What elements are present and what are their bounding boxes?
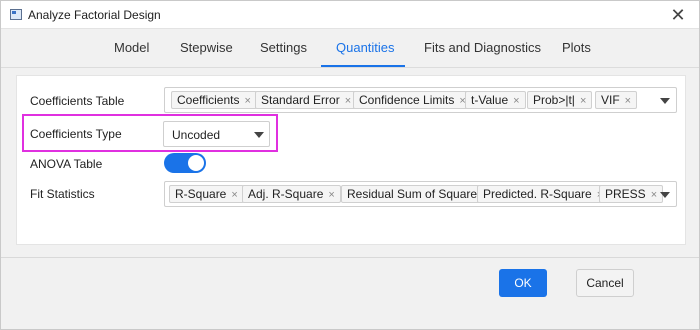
chevron-down-icon[interactable] xyxy=(660,192,670,198)
cancel-button[interactable]: Cancel xyxy=(576,269,634,297)
chip-label: Confidence Limits xyxy=(359,93,455,107)
chip-label: PRESS xyxy=(605,187,646,201)
ok-button[interactable]: OK xyxy=(499,269,547,297)
app-icon xyxy=(10,9,22,20)
chip-residual-sum-of-square[interactable]: Residual Sum of Square× xyxy=(341,185,495,203)
coefficients-type-value: Uncoded xyxy=(172,128,221,142)
fit-statistics-label: Fit Statistics xyxy=(30,187,95,201)
chip-standard-error[interactable]: Standard Error × xyxy=(255,91,358,109)
chip-press[interactable]: PRESS × xyxy=(599,185,664,203)
fit-statistics-multiselect[interactable]: R-Square × Adj. R-Square × Residual Sum of… xyxy=(164,181,677,207)
tab-settings[interactable]: Settings xyxy=(260,40,307,66)
tab-stepwise[interactable]: Stepwise xyxy=(180,40,233,66)
dialog-window: Analyze Factorial Design ✕ Model Stepwis… xyxy=(0,0,700,330)
tab-bar: Model Stepwise Settings Quantities Fits … xyxy=(1,30,699,66)
chevron-down-icon[interactable] xyxy=(254,132,264,138)
chip-label: R-Square xyxy=(175,187,227,201)
chip-t-value[interactable]: t-Value × xyxy=(465,91,526,109)
toggle-knob xyxy=(188,155,204,171)
chip-adj-r-square[interactable]: Adj. R-Square × xyxy=(242,185,341,203)
chip-prob-t[interactable]: Prob>|t| × xyxy=(527,91,593,109)
chip-label: Predicted. R-Square xyxy=(483,187,592,201)
remove-icon[interactable]: × xyxy=(651,189,657,201)
tab-quantities[interactable]: Quantities xyxy=(336,40,395,66)
title-bar: Analyze Factorial Design ✕ xyxy=(1,1,699,29)
chip-label: Adj. R-Square xyxy=(248,187,324,201)
remove-icon[interactable]: × xyxy=(345,95,351,107)
chevron-down-icon[interactable] xyxy=(660,98,670,104)
coefficients-type-select[interactable]: Uncoded xyxy=(163,121,270,147)
coefficients-table-label: Coefficients Table xyxy=(30,94,125,108)
chip-coefficients[interactable]: Coefficients × xyxy=(171,91,257,109)
anova-table-toggle[interactable] xyxy=(164,153,206,173)
chip-label: Residual Sum of Square xyxy=(347,187,478,201)
tab-divider xyxy=(1,67,699,68)
remove-icon[interactable]: × xyxy=(328,189,334,201)
tab-fits-and-diagnostics[interactable]: Fits and Diagnostics xyxy=(424,40,541,66)
remove-icon[interactable]: × xyxy=(244,95,250,107)
chip-label: VIF xyxy=(601,93,620,107)
chip-r-square[interactable]: R-Square × xyxy=(169,185,244,203)
footer-divider xyxy=(1,257,699,258)
chip-label: Standard Error xyxy=(261,93,340,107)
tab-model[interactable]: Model xyxy=(114,40,149,66)
coefficients-table-multiselect[interactable]: Coefficients × Standard Error × Confidence… xyxy=(164,87,677,113)
coefficients-type-label: Coefficients Type xyxy=(30,127,122,141)
chip-label: Prob>|t| xyxy=(533,93,575,107)
chip-confidence-limits[interactable]: Confidence Limits × xyxy=(353,91,472,109)
close-icon[interactable]: ✕ xyxy=(667,4,689,26)
chip-vif[interactable]: VIF × xyxy=(595,91,638,109)
remove-icon[interactable]: × xyxy=(513,95,519,107)
remove-icon[interactable]: × xyxy=(625,95,631,107)
remove-icon[interactable]: × xyxy=(580,95,586,107)
chip-label: Coefficients xyxy=(177,93,240,107)
remove-icon[interactable]: × xyxy=(231,189,237,201)
chip-label: t-Value xyxy=(471,93,509,107)
window-title: Analyze Factorial Design xyxy=(28,8,161,22)
anova-table-label: ANOVA Table xyxy=(30,157,103,171)
tab-plots[interactable]: Plots xyxy=(562,40,591,66)
chip-predicted-r-square[interactable]: Predicted. R-Square× xyxy=(477,185,610,203)
